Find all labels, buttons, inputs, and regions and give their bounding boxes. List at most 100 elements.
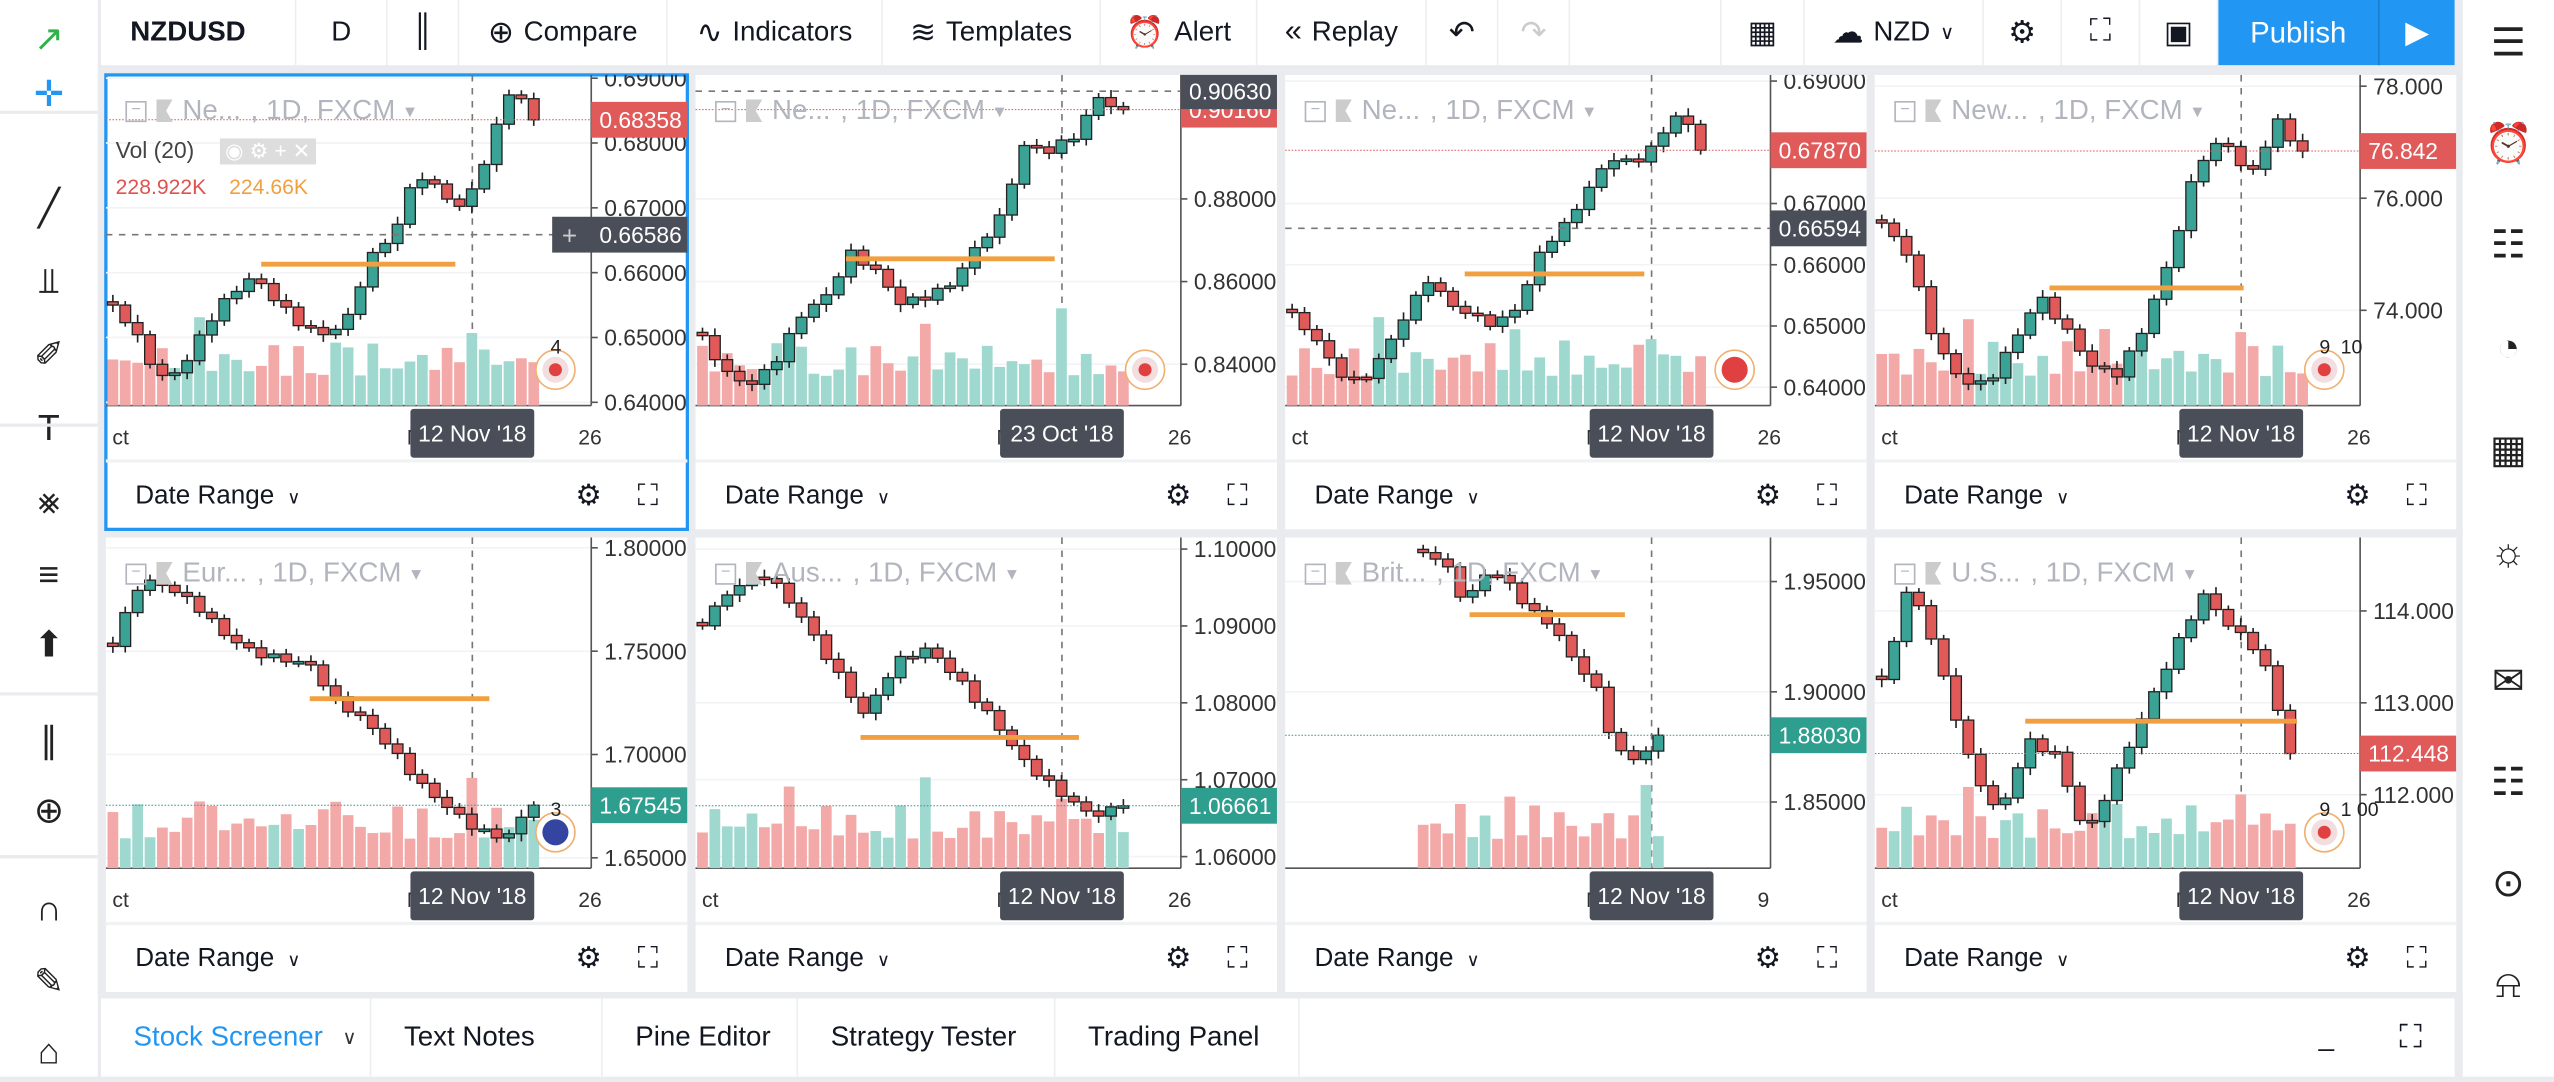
date-range-dropdown[interactable]: Date Range ∨ [1314, 481, 1718, 510]
maximize-panel-icon[interactable]: ⛶ [2367, 998, 2455, 1076]
snapshot-button[interactable]: ▣ [2140, 0, 2219, 66]
symbol-search[interactable]: NZDUSD [101, 0, 297, 66]
legend-dropdown-icon[interactable]: ▾ [995, 99, 1005, 122]
crosshair-icon[interactable]: ✛ [0, 65, 98, 124]
symbol-name[interactable]: Ne... [182, 94, 240, 127]
symbol-name[interactable]: Aus... [772, 557, 843, 590]
event-count-badge[interactable]: 1 00 [2341, 799, 2379, 821]
chart-legend[interactable]: − New... , 1D, FXCM ▾ [1894, 94, 2202, 127]
tab-trading-panel[interactable]: Trading Panel [1055, 998, 1300, 1077]
collapse-legend-icon[interactable]: − [1304, 100, 1326, 122]
fullscreen-icon[interactable]: ⛶ [637, 941, 658, 975]
date-range-dropdown[interactable]: Date Range ∨ [725, 481, 1129, 510]
event-count-badge[interactable]: 10 [2341, 336, 2363, 358]
streams-icon[interactable]: ⊙ [2463, 850, 2554, 915]
chart-style-button[interactable]: ║ [388, 0, 460, 66]
volume-legend-controls[interactable]: ◉ ⚙ + ✕ [220, 138, 316, 165]
chart-canvas[interactable]: 1.100001.090001.080001.070001.060001.066… [695, 537, 1277, 922]
calendar-icon[interactable]: ▦ [2463, 417, 2554, 482]
logo-icon[interactable]: ↗ [0, 10, 98, 69]
ideas-icon[interactable]: ☼ [2463, 521, 2554, 586]
collapse-legend-icon[interactable]: − [715, 562, 737, 584]
tab-strategy-tester[interactable]: Strategy Tester [798, 998, 1056, 1077]
symbol-name[interactable]: New... [1951, 94, 2028, 127]
pattern-icon[interactable]: ⨳ [0, 472, 98, 531]
fullscreen-icon[interactable]: ⛶ [1817, 941, 1838, 975]
gear-icon[interactable]: ⚙ [1755, 941, 1781, 975]
legend-dropdown-icon[interactable]: ▾ [2185, 562, 2195, 585]
alerts-icon[interactable]: ⏰ [2463, 111, 2554, 176]
chart-legend[interactable]: − Ne... , 1D, FXCM ▾ [715, 94, 1005, 127]
tab-pine-editor[interactable]: Pine Editor [603, 998, 799, 1077]
messages-icon[interactable]: ☷ [2463, 749, 2554, 814]
chart-cell[interactable]: 0.880000.860000.840000.901600.90630Nov26… [695, 74, 1277, 530]
chart-canvas[interactable]: 0.880000.860000.840000.901600.90630Nov26… [695, 74, 1277, 459]
fullscreen-icon[interactable]: ⛶ [2406, 941, 2427, 975]
collapse-legend-icon[interactable]: − [1304, 562, 1326, 584]
legend-dropdown-icon[interactable]: ▾ [2192, 99, 2202, 122]
prediction-icon[interactable]: ≡ [0, 546, 98, 605]
chart-legend[interactable]: − Eur... , 1D, FXCM ▾ [125, 557, 421, 590]
chart-cell[interactable]: 114.000113.000112.000112.448ctNov2612 No… [1874, 537, 2457, 992]
minimize-panel-button[interactable]: _ [2286, 998, 2367, 1076]
event-count-badge[interactable]: 4 [551, 336, 562, 358]
chart-canvas[interactable]: 0.690000.670000.660000.650000.640000.678… [1285, 74, 1867, 459]
settings-button[interactable]: ⚙ [1984, 0, 2063, 66]
gear-icon[interactable]: ⚙ [2344, 941, 2370, 975]
chart-legend[interactable]: − Aus... , 1D, FXCM ▾ [715, 557, 1017, 590]
chart-cell[interactable]: 1.800001.750001.700001.650001.67545ctNov… [105, 537, 688, 992]
chart-canvas[interactable]: 1.800001.750001.700001.650001.67545ctNov… [105, 537, 688, 922]
fullscreen-button[interactable]: ⛶ [2062, 0, 2141, 66]
fullscreen-icon[interactable]: ⛶ [1227, 941, 1248, 975]
chart-canvas[interactable]: 78.00076.00074.00076.842ctNov2612 Nov '1… [1874, 74, 2457, 459]
collapse-legend-icon[interactable]: − [715, 100, 737, 122]
magnet-icon[interactable]: ∩ [0, 880, 98, 939]
chevron-down-icon[interactable]: ∨ [342, 1026, 356, 1049]
collapse-legend-icon[interactable]: − [1894, 100, 1916, 122]
fullscreen-icon[interactable]: ⛶ [1817, 479, 1838, 513]
indicators-button[interactable]: ∿ Indicators [668, 0, 883, 66]
hotlist-icon[interactable]: ◔ [2463, 316, 2554, 381]
layout-button[interactable]: ▦ [1720, 0, 1805, 66]
interval-button[interactable]: D [296, 0, 388, 66]
fullscreen-icon[interactable]: ⛶ [1227, 479, 1248, 513]
gear-icon[interactable]: ⚙ [2344, 479, 2370, 513]
tab-text-notes[interactable]: Text Notes [371, 998, 603, 1077]
legend-dropdown-icon[interactable]: ▾ [1584, 99, 1594, 122]
alert-button[interactable]: ⏰ Alert [1101, 0, 1258, 66]
chart-legend[interactable]: − Ne... , 1D, FXCM ▾ [1304, 94, 1594, 127]
date-range-dropdown[interactable]: Date Range ∨ [1904, 481, 2308, 510]
legend-dropdown-icon[interactable]: ▾ [411, 562, 421, 585]
undo-button[interactable]: ↶ [1427, 0, 1499, 66]
event-count-badge[interactable]: 9 [2319, 799, 2330, 821]
chart-cell[interactable]: 0.69000 0.67000 0.66000 0.65000 0.64000 0.678… [1285, 74, 1867, 530]
chart-cell[interactable]: 1.10000 1.09000 1.08000 1.07000 1.06000 1.066… [695, 537, 1277, 992]
chat-icon[interactable]: ✉ [2463, 648, 2554, 713]
collapse-legend-icon[interactable]: − [1894, 562, 1916, 584]
event-count-badge[interactable]: 9 [2319, 336, 2330, 358]
chart-canvas[interactable]: 1.950001.900001.850001.88030Nov912 Nov '… [1285, 537, 1867, 922]
date-range-dropdown[interactable]: Date Range ∨ [1904, 944, 2308, 973]
compare-button[interactable]: ⊕ Compare [459, 0, 668, 66]
replay-button[interactable]: « Replay [1257, 0, 1427, 66]
arrow-up-icon[interactable]: ⬆ [0, 616, 98, 675]
chart-legend[interactable]: − U.S... , 1D, FXCM ▾ [1894, 557, 2195, 590]
gear-icon[interactable]: ⚙ [1755, 479, 1781, 513]
gear-icon[interactable]: ⚙ [575, 941, 601, 975]
text-icon[interactable]: T [0, 399, 98, 458]
event-count-badge[interactable]: 3 [551, 799, 562, 821]
chart-cell[interactable]: 0.69000 0.68000 0.67000 0.66000 0.65000 0.640… [104, 73, 689, 531]
collapse-legend-icon[interactable]: − [125, 100, 147, 122]
gear-icon[interactable]: ⚙ [1165, 479, 1191, 513]
date-range-dropdown[interactable]: Date Range ∨ [1314, 944, 1718, 973]
gear-icon[interactable]: ⚙ [1165, 941, 1191, 975]
volume-legend[interactable]: Vol (20) ◉ ⚙ + ✕ 228.922K 224.66K [116, 137, 316, 199]
date-range-dropdown[interactable]: Date Range ∨ [725, 944, 1129, 973]
chart-cell[interactable]: 1.950001.900001.850001.88030Nov912 Nov '… [1285, 537, 1867, 992]
notifications-icon[interactable]: ⍾ [2463, 953, 2554, 1018]
save-layout-button[interactable]: ☁ NZD ∨ [1805, 0, 1984, 66]
trend-line-icon[interactable]: ╱ [0, 179, 98, 238]
gear-icon[interactable]: ⚙ [575, 479, 601, 513]
symbol-name[interactable]: U.S... [1951, 557, 2020, 590]
brush-icon[interactable]: ✐ [0, 326, 98, 385]
